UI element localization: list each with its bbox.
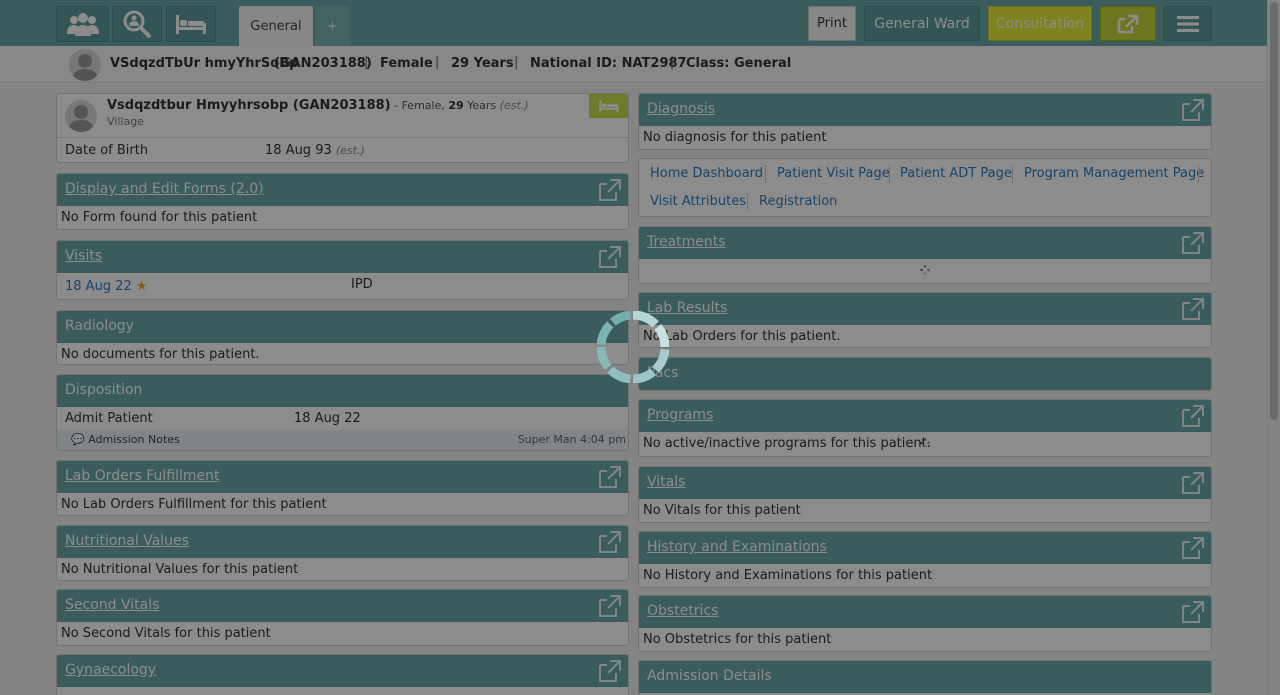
loading-spinner-icon: [597, 311, 669, 383]
